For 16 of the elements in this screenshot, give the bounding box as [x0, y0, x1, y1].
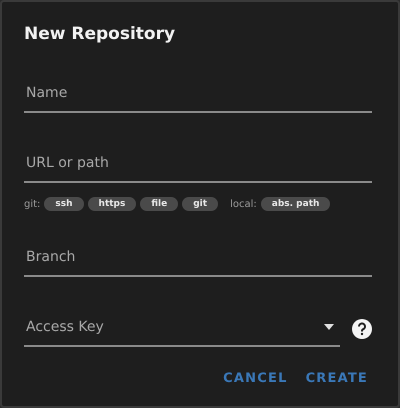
hint-chip: git [182, 197, 218, 211]
caret-icon [324, 324, 334, 330]
help-icon[interactable] [352, 319, 372, 339]
hint-chip: abs. path [260, 197, 330, 211]
hint-chip: file [140, 197, 178, 211]
hint-chip: https [88, 197, 136, 211]
hint-label: git: [24, 198, 40, 210]
hint-label: local: [230, 198, 257, 210]
text-field[interactable]: Name [24, 77, 372, 113]
dialog-button[interactable]: CREATE [302, 365, 372, 392]
dialog-button[interactable]: CANCEL [219, 365, 292, 392]
dialog-title: New Repository [24, 23, 176, 46]
access-key-select[interactable]: Access Key [24, 311, 340, 347]
hint-chip: ssh [44, 197, 84, 211]
text-field[interactable]: URL or path [24, 147, 372, 183]
text-field[interactable]: Branch [24, 241, 372, 277]
